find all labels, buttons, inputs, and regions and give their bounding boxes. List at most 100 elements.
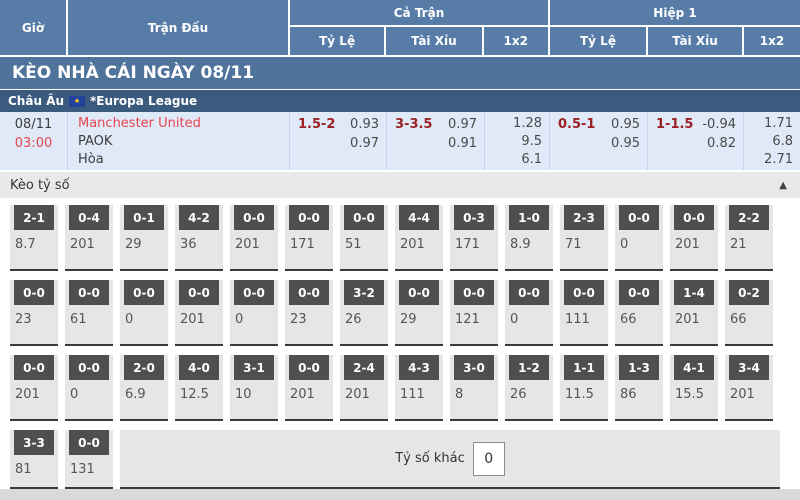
half-over-odds[interactable]: -0.94	[702, 115, 736, 134]
score-label: 4-0	[179, 355, 219, 380]
score-tile[interactable]: 3-08	[450, 355, 498, 421]
score-tile[interactable]: 4-115.5	[670, 355, 718, 421]
score-label: 1-4	[674, 280, 714, 305]
score-tile[interactable]: 4-3111	[395, 355, 443, 421]
odds-table-header: Giờ Trận Đấu Cả Trận Tỷ Lệ Tài Xỉu 1x2 H…	[0, 0, 800, 55]
score-tile[interactable]: 0-4201	[65, 205, 113, 271]
score-tile[interactable]: 0-129	[120, 205, 168, 271]
score-label: 0-0	[619, 280, 659, 305]
half-over-under-cell[interactable]: 1-1.5 -0.94 0.82	[648, 112, 744, 170]
league-name[interactable]: *Europa League	[90, 94, 197, 108]
score-odds: 201	[725, 380, 773, 402]
score-row: 0-02010-002-06.94-012.53-1100-02012-4201…	[10, 355, 800, 421]
score-odds: 0	[615, 230, 663, 252]
score-tile[interactable]: 0-061	[65, 280, 113, 346]
score-label: 1-3	[619, 355, 659, 380]
full-over-odds[interactable]: 0.97	[448, 115, 477, 134]
score-tile[interactable]: 2-06.9	[120, 355, 168, 421]
score-tile[interactable]: 1-4201	[670, 280, 718, 346]
score-tile[interactable]: 0-00	[615, 205, 663, 271]
league-row: Châu Âu ★ *Europa League	[0, 90, 800, 112]
score-label: 2-2	[729, 205, 769, 230]
score-tile[interactable]: 0-051	[340, 205, 388, 271]
score-tile[interactable]: 0-023	[285, 280, 333, 346]
score-label: 0-0	[69, 280, 109, 305]
half-handicap-odds-home[interactable]: 0.95	[611, 115, 640, 134]
match-date: 08/11	[0, 115, 67, 134]
away-team[interactable]: PAOK	[78, 133, 289, 151]
full-over-under-cell[interactable]: 3-3.5 0.97 0.91	[387, 112, 485, 170]
score-tile[interactable]: 0-0201	[230, 205, 278, 271]
score-tile[interactable]: 0-00	[230, 280, 278, 346]
score-tile[interactable]: 4-012.5	[175, 355, 223, 421]
other-score-input[interactable]: 0	[473, 442, 505, 476]
score-tile[interactable]: 0-266	[725, 280, 773, 346]
half-handicap-cell[interactable]: 0.5-1 0.95 0.95	[550, 112, 648, 170]
score-tile[interactable]: 0-0201	[285, 355, 333, 421]
home-team[interactable]: Manchester United	[78, 115, 289, 133]
score-tile[interactable]: 2-4201	[340, 355, 388, 421]
score-odds: 23	[285, 305, 333, 327]
score-tile[interactable]: 2-221	[725, 205, 773, 271]
score-odds: 0	[120, 305, 168, 327]
col-group-full-match: Cả Trận Tỷ Lệ Tài Xỉu 1x2	[290, 0, 550, 55]
score-tile[interactable]: 0-00	[65, 355, 113, 421]
full-1x2-cell[interactable]: 1.28 9.5 6.1	[485, 112, 550, 170]
score-odds: 201	[230, 230, 278, 252]
full-1x2-draw[interactable]: 6.1	[485, 151, 542, 169]
score-tile[interactable]: 0-00	[505, 280, 553, 346]
score-tile[interactable]: 0-00	[120, 280, 168, 346]
score-tile[interactable]: 3-226	[340, 280, 388, 346]
half-1x2-draw[interactable]: 2.71	[744, 151, 793, 169]
full-1x2-home[interactable]: 1.28	[485, 115, 542, 133]
score-label: 0-0	[564, 280, 604, 305]
draw-label: Hòa	[78, 151, 289, 169]
score-tile[interactable]: 4-4201	[395, 205, 443, 271]
full-1x2-away[interactable]: 9.5	[485, 133, 542, 151]
score-odds: 36	[175, 230, 223, 252]
full-handicap-odds-home[interactable]: 0.93	[350, 115, 379, 134]
score-tile[interactable]: 0-023	[10, 280, 58, 346]
score-tile[interactable]: 0-0121	[450, 280, 498, 346]
score-tile[interactable]: 4-236	[175, 205, 223, 271]
collapse-triangle-icon[interactable]: ▲	[779, 180, 787, 191]
score-tile[interactable]: 3-4201	[725, 355, 773, 421]
score-tile[interactable]: 1-226	[505, 355, 553, 421]
full-handicap-odds-away[interactable]: 0.97	[350, 134, 379, 153]
half-handicap-odds-away[interactable]: 0.95	[611, 134, 640, 153]
score-tile[interactable]: 2-371	[560, 205, 608, 271]
score-odds: 66	[615, 305, 663, 327]
score-tile[interactable]: 0-0201	[670, 205, 718, 271]
score-tile[interactable]: 1-111.5	[560, 355, 608, 421]
score-label: 0-0	[289, 355, 329, 380]
score-tile[interactable]: 0-0131	[65, 430, 113, 489]
half-1x2-away[interactable]: 6.8	[744, 133, 793, 151]
score-tile[interactable]: 1-08.9	[505, 205, 553, 271]
score-tile[interactable]: 3-110	[230, 355, 278, 421]
score-odds: 10	[230, 380, 278, 402]
score-tile[interactable]: 0-3171	[450, 205, 498, 271]
score-tile[interactable]: 0-0201	[10, 355, 58, 421]
score-tile[interactable]: 0-066	[615, 280, 663, 346]
half-1x2-cell[interactable]: 1.71 6.8 2.71	[744, 112, 800, 170]
score-label: 4-3	[399, 355, 439, 380]
score-odds: 66	[725, 305, 773, 327]
half-1x2-home[interactable]: 1.71	[744, 115, 793, 133]
score-tile[interactable]: 3-381	[10, 430, 58, 489]
score-tile[interactable]: 0-029	[395, 280, 443, 346]
score-label: 2-4	[344, 355, 384, 380]
half-under-odds[interactable]: 0.82	[702, 134, 736, 153]
score-tile[interactable]: 0-0171	[285, 205, 333, 271]
score-label: 3-3	[14, 430, 54, 455]
match-teams-cell: Manchester United PAOK Hòa	[68, 112, 290, 170]
score-label: 0-0	[69, 355, 109, 380]
score-tile[interactable]: 0-0201	[175, 280, 223, 346]
score-tile[interactable]: 1-386	[615, 355, 663, 421]
match-kickoff-time: 03:00	[0, 134, 67, 153]
full-under-odds[interactable]: 0.91	[448, 134, 477, 153]
score-tile[interactable]: 0-0111	[560, 280, 608, 346]
col-time: Giờ	[0, 0, 68, 55]
score-label: 0-4	[69, 205, 109, 230]
score-tile[interactable]: 2-18.7	[10, 205, 58, 271]
full-handicap-cell[interactable]: 1.5-2 0.93 0.97	[290, 112, 387, 170]
